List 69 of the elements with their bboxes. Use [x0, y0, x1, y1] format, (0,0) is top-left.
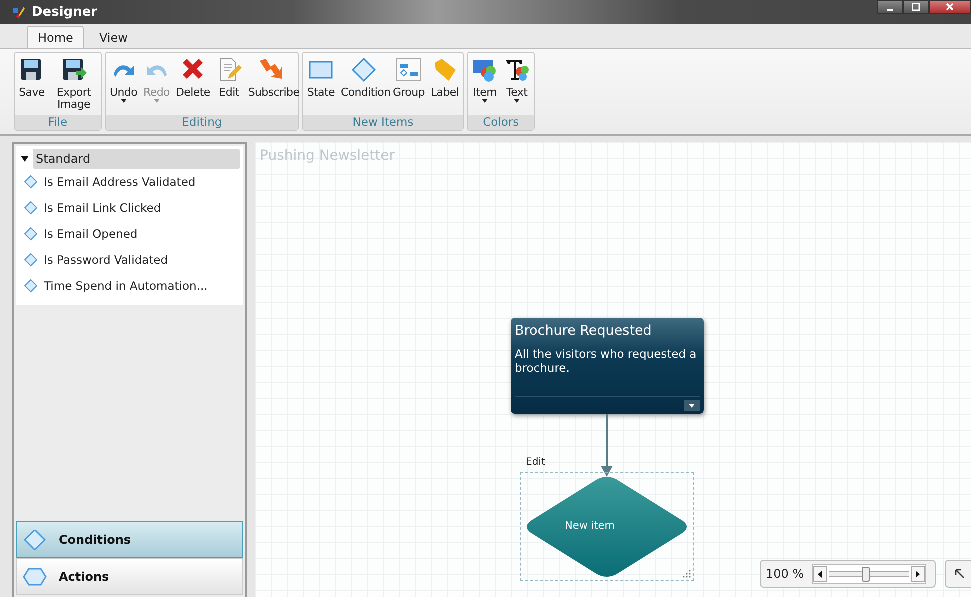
ribbon-tab[interactable]: Home	[27, 26, 84, 48]
ribbon-button[interactable]: Undo	[109, 57, 139, 115]
expanded-triangle-icon[interactable]	[21, 155, 29, 163]
category-header[interactable]: Standard	[33, 149, 240, 169]
floppy-arrow-icon	[61, 57, 87, 83]
diamond-icon	[23, 530, 47, 550]
dropdown-caret-icon	[154, 99, 160, 103]
zoom-reading: 100 %	[766, 567, 804, 581]
text-color-icon	[504, 57, 530, 83]
app-icon	[12, 5, 26, 19]
connector-arrow	[600, 414, 614, 478]
ribbon-button[interactable]: Text	[503, 57, 532, 115]
tag-icon	[432, 57, 458, 83]
pointer-button[interactable]	[945, 560, 971, 588]
node-label: New item	[565, 520, 615, 532]
toolbox-item[interactable]: Is Email Link Clicked	[44, 201, 162, 215]
ribbon-button[interactable]: Group	[392, 57, 426, 115]
diagonal-arrow-icon	[955, 569, 965, 579]
slider-thumb[interactable]	[862, 567, 870, 582]
group-label: New Items	[303, 115, 464, 130]
zoom-slider[interactable]	[829, 566, 910, 582]
maximize-button[interactable]	[903, 0, 929, 14]
color-swatch-icon	[472, 57, 498, 83]
node-title: Brochure Requested	[515, 323, 653, 339]
resize-grip-icon[interactable]	[683, 570, 691, 578]
ribbon-button[interactable]: Item	[471, 57, 500, 115]
section-button[interactable]: Actions	[16, 558, 243, 595]
group-label: File	[15, 115, 101, 130]
state-node[interactable]: Brochure Requested All the visitors who requested a brochure.	[511, 318, 704, 414]
node-dropdown-button[interactable]	[684, 400, 700, 411]
dropdown-caret-icon	[514, 99, 520, 103]
ribbon-tab[interactable]: View	[88, 26, 139, 48]
diamond-icon	[24, 279, 38, 293]
flowchart-icon	[396, 57, 422, 83]
maximize-icon	[912, 3, 920, 11]
hexagon-icon	[23, 566, 47, 586]
ribbon-button[interactable]: State	[306, 57, 336, 115]
toolbox-item[interactable]: Is Email Opened	[44, 227, 138, 241]
left-triangle-icon	[818, 570, 822, 578]
diamond-icon	[24, 227, 38, 241]
diamond-icon	[24, 253, 38, 267]
diamond-icon	[350, 57, 377, 83]
right-triangle-icon	[916, 570, 920, 578]
group-label: Editing	[106, 115, 298, 130]
ribbon-button[interactable]: Edit	[215, 57, 244, 115]
ribbon-button[interactable]: Delete	[174, 57, 212, 115]
caret-icon	[689, 404, 695, 408]
window-title: Designer	[32, 4, 98, 20]
ribbon-button[interactable]: Export Image	[50, 57, 98, 115]
selection-label: Edit	[526, 457, 546, 468]
minimize-button[interactable]	[877, 0, 903, 14]
zoom-out-button[interactable]	[813, 566, 828, 582]
section-button[interactable]: Conditions	[16, 521, 243, 558]
diamond-icon	[24, 201, 38, 215]
group-label: Colors	[468, 115, 534, 130]
diamond-icon	[24, 175, 38, 189]
ribbon-button[interactable]: Condition	[340, 57, 388, 115]
zoom-in-button[interactable]	[911, 566, 926, 582]
toolbox-item[interactable]: Is Password Validated	[44, 253, 168, 267]
ribbon-button[interactable]: Label	[430, 57, 460, 115]
node-description: All the visitors who requested a brochure.	[515, 347, 698, 375]
ribbon-button[interactable]: Save	[18, 57, 46, 115]
close-icon	[946, 3, 954, 11]
dropdown-caret-icon	[482, 99, 488, 103]
close-button[interactable]	[929, 0, 971, 14]
dropdown-caret-icon	[120, 99, 127, 103]
diagram-title: Pushing Newsletter	[260, 148, 396, 164]
toolbox-item[interactable]: Time Spend in Automation...	[44, 279, 208, 293]
toolbox-item[interactable]: Is Email Address Validated	[44, 175, 196, 189]
